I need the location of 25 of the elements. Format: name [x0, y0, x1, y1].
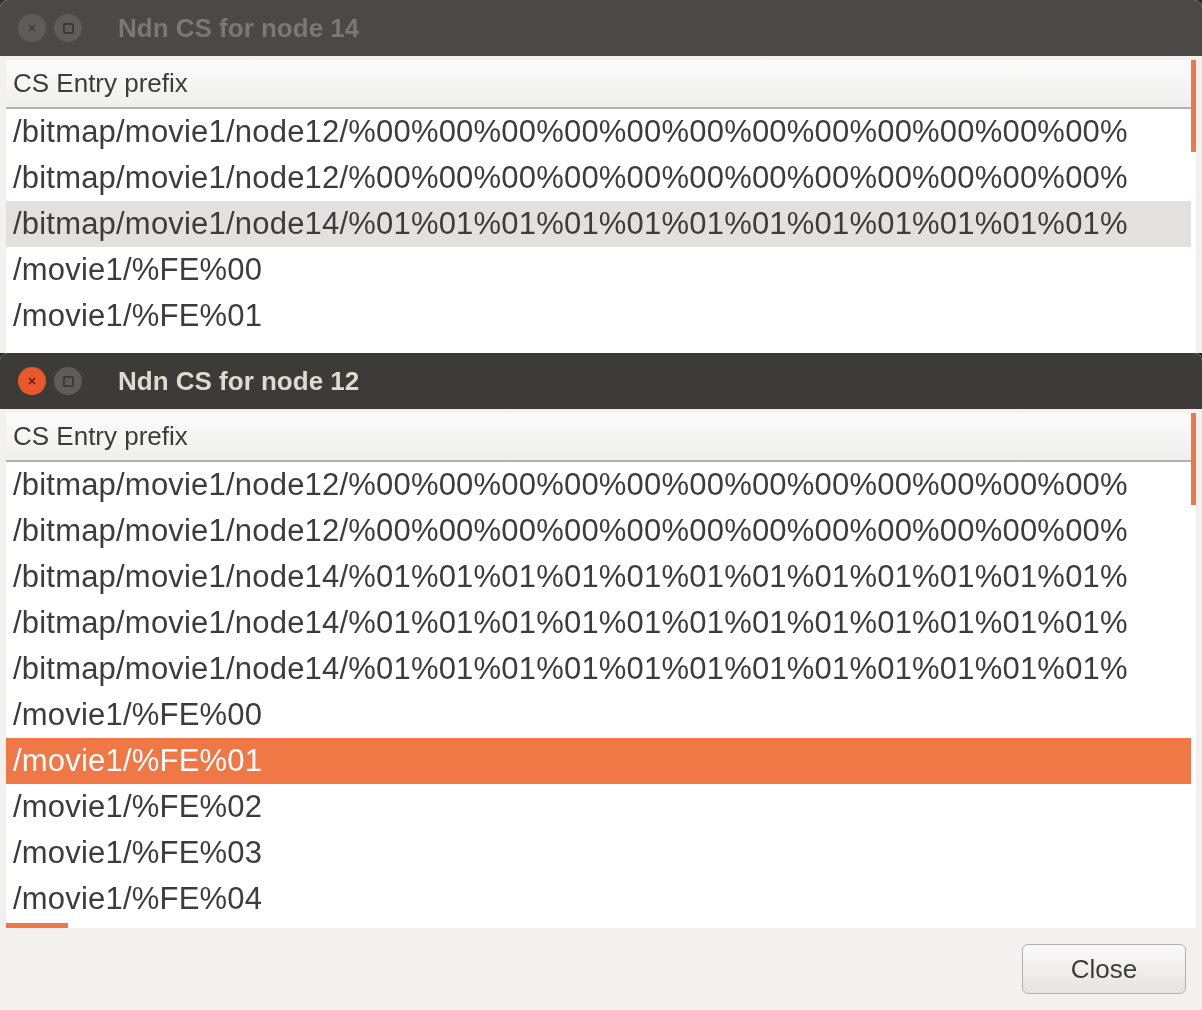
- scrollbar-thumb[interactable]: [6, 923, 68, 928]
- list-row[interactable]: /movie1/%FE%04: [6, 876, 1191, 922]
- list-row[interactable]: /bitmap/movie1/node12/%00%00%00%00%00%00%00%00%00%00%00%00%: [6, 109, 1191, 155]
- list-row[interactable]: /bitmap/movie1/node14/%01%01%01%01%01%01%01%01%01%01%01%01%: [6, 646, 1191, 692]
- window-title: Ndn CS for node 12: [118, 364, 360, 398]
- list-row[interactable]: /movie1/%FE%00: [6, 692, 1191, 738]
- maximize-icon[interactable]: [54, 367, 82, 395]
- close-icon[interactable]: [18, 367, 46, 395]
- column-header[interactable]: CS Entry prefix: [6, 60, 1191, 109]
- list-row[interactable]: /bitmap/movie1/node12/%00%00%00%00%00%00%00%00%00%00%00%00%: [6, 508, 1191, 554]
- list-row[interactable]: /bitmap/movie1/node12/%00%00%00%00%00%00%00%00%00%00%00%00%: [6, 155, 1191, 201]
- list-row[interactable]: /bitmap/movie1/node14/%01%01%01%01%01%01%01%01%01%01%01%01%: [6, 600, 1191, 646]
- list-row[interactable]: /movie1/%FE%03: [6, 830, 1191, 876]
- list-row[interactable]: /bitmap/movie1/node14/%01%01%01%01%01%01%01%01%01%01%01%01%: [6, 554, 1191, 600]
- list-row[interactable]: /movie1/%FE%01: [6, 293, 1191, 339]
- list-row[interactable]: /bitmap/movie1/node14/%01%01%01%01%01%01%01%01%01%01%01%01%: [6, 201, 1191, 247]
- list-row[interactable]: /movie1/%FE%00: [6, 247, 1191, 293]
- list-row[interactable]: /movie1/%FE%02: [6, 784, 1191, 830]
- maximize-icon[interactable]: [54, 14, 82, 42]
- scrollbar-thumb[interactable]: [1191, 413, 1196, 505]
- column-header[interactable]: CS Entry prefix: [6, 413, 1191, 462]
- close-button[interactable]: Close: [1022, 944, 1186, 994]
- close-icon[interactable]: [18, 14, 46, 42]
- list-row[interactable]: /bitmap/movie1/node12/%00%00%00%00%00%00%00%00%00%00%00%00%: [6, 462, 1191, 508]
- scrollbar-thumb[interactable]: [1191, 60, 1196, 152]
